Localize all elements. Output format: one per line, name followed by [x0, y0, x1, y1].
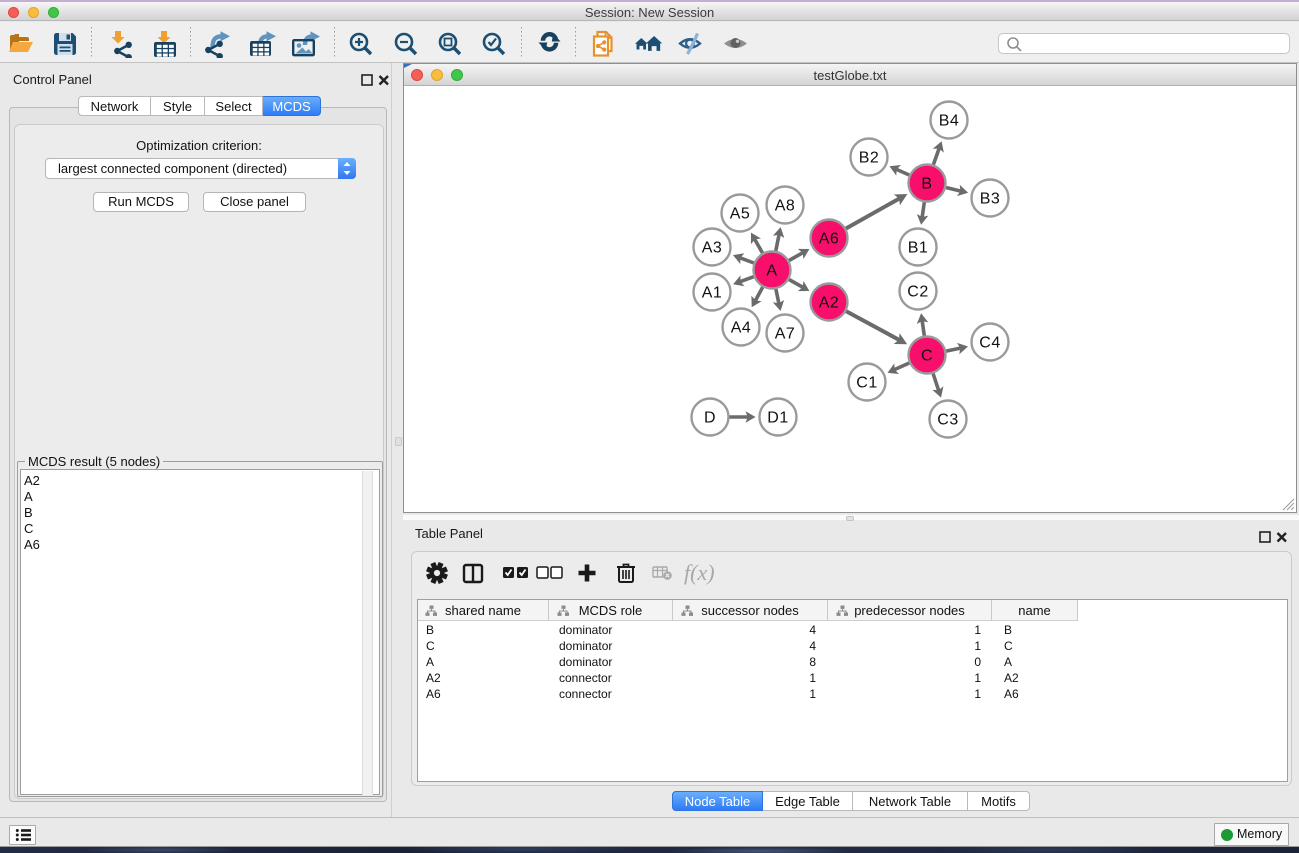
svg-text:B: B: [921, 176, 932, 193]
svg-text:A3: A3: [702, 240, 723, 257]
svg-text:C: C: [921, 348, 933, 365]
svg-text:B2: B2: [859, 150, 880, 167]
svg-text:C4: C4: [979, 335, 1000, 352]
svg-text:C2: C2: [907, 284, 928, 301]
svg-text:A8: A8: [775, 198, 796, 215]
svg-text:C3: C3: [937, 412, 958, 429]
svg-text:A7: A7: [775, 326, 796, 343]
svg-text:D1: D1: [767, 410, 788, 427]
svg-text:B3: B3: [980, 191, 1001, 208]
svg-text:A6: A6: [819, 231, 840, 248]
svg-text:B4: B4: [939, 113, 960, 130]
svg-text:B1: B1: [908, 240, 929, 257]
svg-text:A: A: [766, 263, 777, 280]
svg-text:A4: A4: [731, 320, 752, 337]
svg-text:A2: A2: [819, 295, 840, 312]
svg-text:C1: C1: [856, 375, 877, 392]
svg-text:A1: A1: [702, 285, 723, 302]
svg-text:A5: A5: [730, 206, 751, 223]
svg-text:D: D: [704, 410, 716, 427]
